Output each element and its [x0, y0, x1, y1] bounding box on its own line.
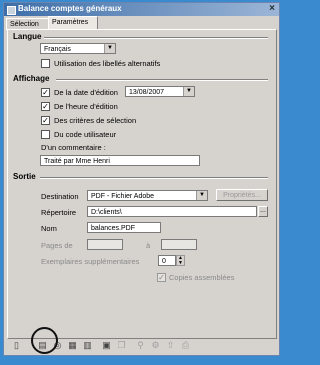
- table-icon[interactable]: ▥: [82, 340, 93, 351]
- assembled-label: Copies assemblées: [169, 273, 235, 282]
- destination-select[interactable]: PDF - Fichier Adobe ▼: [87, 190, 208, 201]
- pages-label: Pages de: [41, 241, 73, 250]
- dir-input[interactable]: D:\clients\: [87, 206, 257, 217]
- time-label: De l'heure d'édition: [54, 102, 118, 111]
- divider: [44, 37, 268, 39]
- destination-label: Destination: [41, 192, 79, 201]
- user-code-label: Du code utilisateur: [54, 130, 117, 139]
- time-checkbox[interactable]: ✓: [41, 102, 50, 111]
- app-icon: [7, 6, 16, 15]
- tab-label: Sélection: [10, 21, 39, 28]
- language-select[interactable]: Français ▼: [40, 43, 116, 54]
- dialog-window: Balance comptes généraux × Sélection Par…: [3, 2, 280, 356]
- destination-value: PDF - Fichier Adobe: [91, 193, 155, 200]
- browse-button[interactable]: ...: [258, 206, 268, 217]
- copies-label: Exemplaires supplémentaires: [41, 257, 140, 266]
- copy-icon[interactable]: ❐: [116, 340, 127, 351]
- pages-from-input[interactable]: [87, 239, 123, 250]
- affichage-group-title: Affichage: [13, 74, 50, 83]
- dir-label: Répertoire: [41, 208, 77, 217]
- title-bar: Balance comptes généraux ×: [4, 3, 279, 16]
- pages-to-input[interactable]: [161, 239, 197, 250]
- divider: [40, 177, 268, 179]
- user-code-checkbox[interactable]: [41, 130, 50, 139]
- sortie-group-title: Sortie: [13, 172, 36, 181]
- wrench-icon[interactable]: ⚙: [150, 340, 161, 351]
- tab-parametres[interactable]: Paramètres: [48, 16, 98, 30]
- tab-panel: Langue Français ▼ Utilisation des libell…: [7, 29, 277, 339]
- upload-icon[interactable]: ⇧: [165, 340, 176, 351]
- alt-labels-label: Utilisation des libellés alternatifs: [54, 59, 161, 68]
- language-value: Français: [44, 46, 71, 53]
- grid-icon[interactable]: ▦: [67, 340, 78, 351]
- criteria-label: Des critères de sélection: [54, 116, 137, 125]
- close-icon[interactable]: ×: [269, 3, 275, 14]
- name-label: Nom: [41, 224, 57, 233]
- comment-label: D'un commentaire :: [41, 143, 106, 152]
- langue-group-title: Langue: [13, 32, 42, 41]
- comment-input[interactable]: Traité par Mme Henri: [40, 155, 200, 166]
- chevron-down-icon[interactable]: ▼: [183, 87, 194, 96]
- export-icon[interactable]: ▣: [101, 340, 112, 351]
- copies-input[interactable]: 0: [158, 255, 176, 266]
- divider: [56, 79, 268, 81]
- name-input[interactable]: balances.PDF: [87, 222, 161, 233]
- assembled-checkbox[interactable]: ✓: [157, 273, 166, 282]
- window-title: Balance comptes généraux: [18, 4, 122, 13]
- date-select[interactable]: 13/08/2007 ▼: [125, 86, 195, 97]
- copies-stepper[interactable]: ▲ ▼: [176, 255, 185, 266]
- chevron-down-icon[interactable]: ▼: [196, 191, 207, 200]
- criteria-checkbox[interactable]: ✓: [41, 116, 50, 125]
- alt-labels-checkbox[interactable]: [41, 59, 50, 68]
- date-checkbox[interactable]: ✓: [41, 88, 50, 97]
- tab-label: Paramètres: [52, 19, 89, 26]
- date-label: De la date d'édition: [54, 88, 118, 97]
- printer-icon[interactable]: ⎙: [180, 340, 191, 351]
- page-icon[interactable]: ▯: [11, 340, 22, 351]
- zoom-icon[interactable]: ⚲: [135, 340, 146, 351]
- date-value: 13/08/2007: [129, 89, 165, 96]
- properties-button[interactable]: Propriétés...: [216, 189, 268, 201]
- chevron-down-icon[interactable]: ▼: [104, 44, 115, 53]
- highlight-circle: [31, 327, 58, 354]
- pages-to-label: à: [146, 241, 151, 250]
